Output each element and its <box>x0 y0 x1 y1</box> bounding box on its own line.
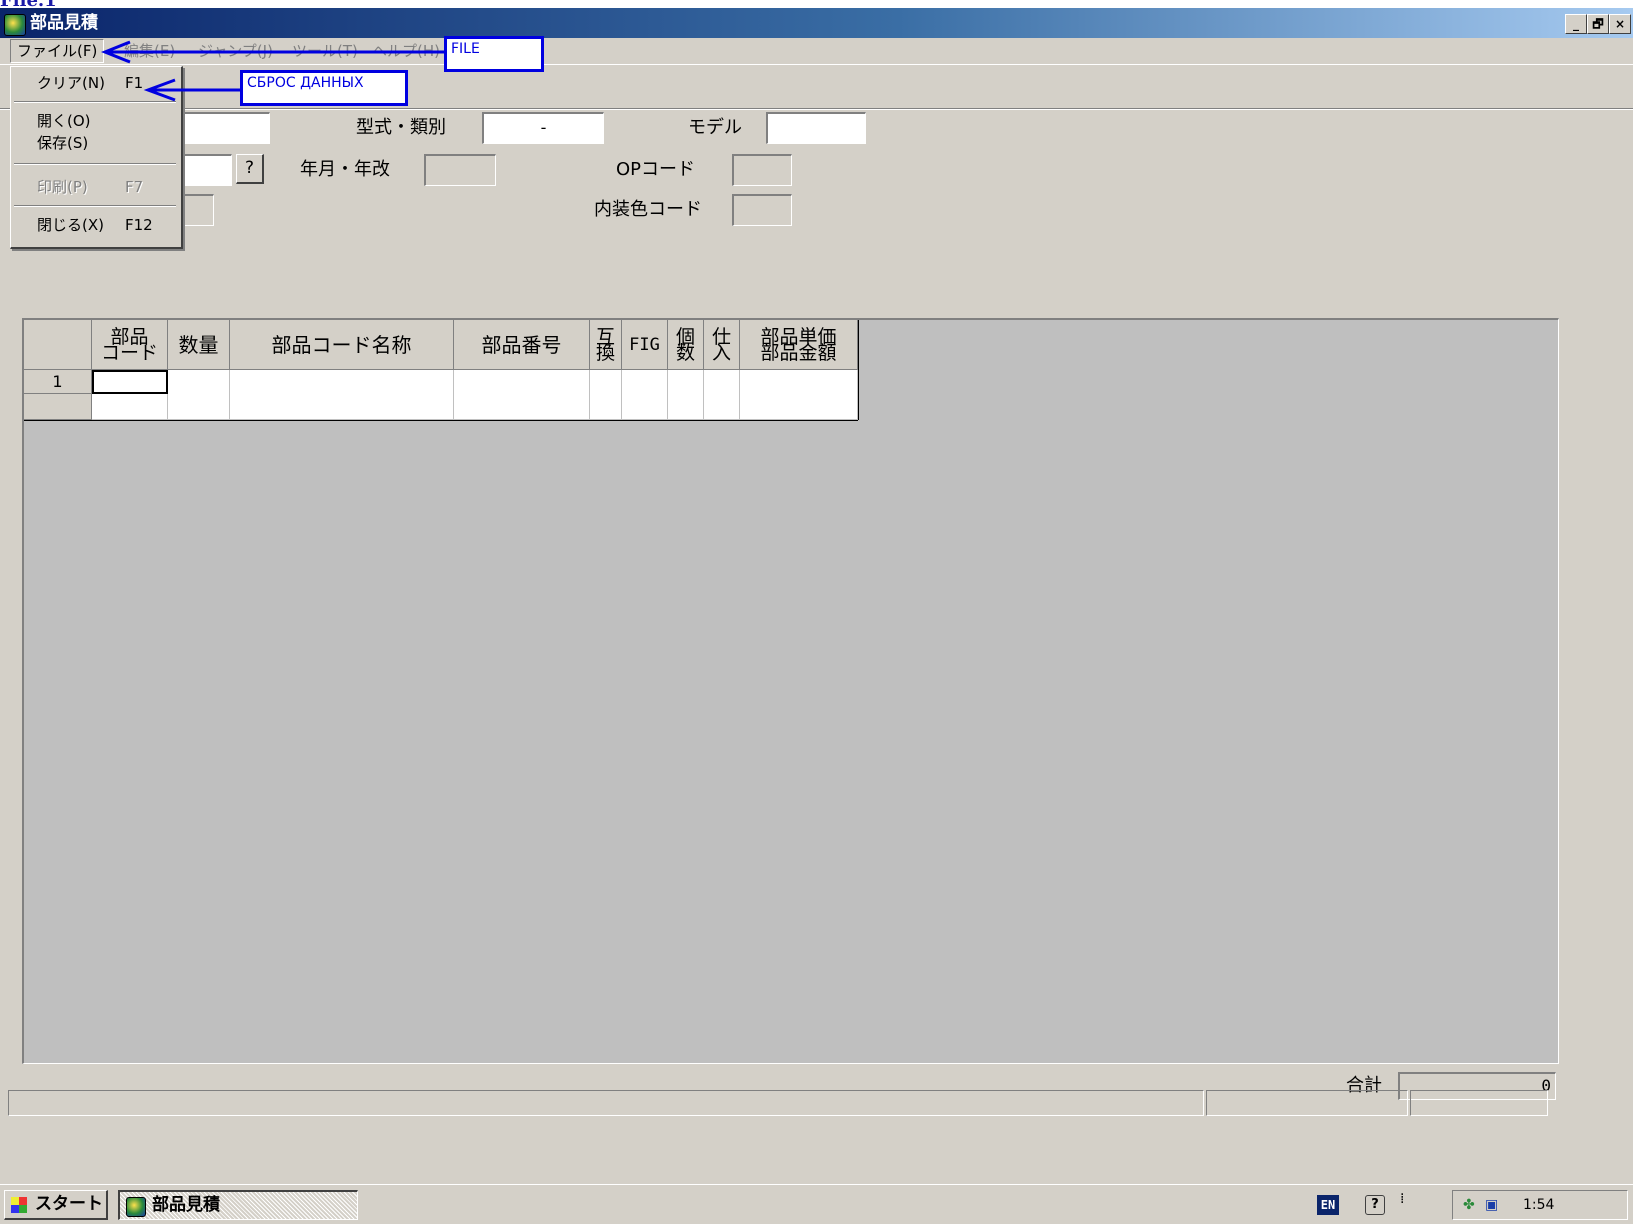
start-button[interactable]: スタート <box>4 1190 108 1220</box>
op-code-label: OPコード <box>616 159 696 180</box>
close-button[interactable]: × <box>1609 14 1631 34</box>
app-window: 部品見積 _ 🗗 × ファイル(F) 編集(E) ジャンプ(J) ツール(T) … <box>0 8 1633 1184</box>
header-part-name[interactable]: 部品コード名称 <box>230 320 454 370</box>
clock[interactable]: 1:54 <box>1523 1191 1554 1219</box>
annotation-reset: СБРОС ДАННЫХ <box>240 70 408 106</box>
model-field[interactable] <box>766 112 866 144</box>
op-code-field[interactable] <box>732 154 792 186</box>
grid-right-border <box>858 320 859 420</box>
status-pane-2 <box>1206 1090 1408 1116</box>
menu-save-label: 保存(S) <box>37 134 89 152</box>
volume-icon[interactable]: ▣ <box>1485 1191 1498 1219</box>
menu-close-label: 閉じる(X) <box>37 216 104 234</box>
grid-corner-header <box>24 320 92 370</box>
menu-separator <box>14 163 176 165</box>
taskbar-app-button[interactable]: 部品見積 <box>118 1190 358 1220</box>
cell-price[interactable] <box>740 370 858 420</box>
model-label: モデル <box>688 117 742 138</box>
annotation-file: FILE <box>444 36 544 72</box>
cell-compat[interactable] <box>590 370 622 420</box>
menu-close-shortcut: F12 <box>125 216 153 234</box>
header-count[interactable]: 個 数 <box>668 320 704 370</box>
header-price[interactable]: 部品単価 部品金額 <box>740 320 858 370</box>
header-compat[interactable]: 互 換 <box>590 320 622 370</box>
language-indicator[interactable]: EN <box>1317 1195 1339 1215</box>
status-pane-3 <box>1410 1090 1548 1116</box>
app-icon <box>126 1197 146 1217</box>
menu-separator <box>14 205 176 207</box>
status-bar <box>8 1090 1625 1116</box>
header-part-code-line2: コード <box>100 341 158 364</box>
menu-close[interactable]: 閉じる(X) F12 <box>15 213 175 237</box>
year-label: 年月・年改 <box>300 159 390 180</box>
system-tray: ✤ ▣ 1:54 <box>1452 1190 1628 1220</box>
app-icon <box>4 14 26 36</box>
menu-print-label: 印刷(P) <box>37 178 88 196</box>
grid-bottom-border <box>24 420 858 421</box>
cell-part-code-active[interactable] <box>92 370 168 394</box>
windows-logo-icon <box>11 1197 27 1213</box>
header-part-code[interactable]: 部品 コード <box>92 320 168 370</box>
cell-part-name[interactable] <box>230 370 454 420</box>
help-icon[interactable]: ? <box>1365 1195 1385 1215</box>
header-stock[interactable]: 仕 入 <box>704 320 740 370</box>
restore-button[interactable]: 🗗 <box>1587 14 1609 34</box>
interior-color-label: 内装色コード <box>594 199 702 220</box>
cell-fig[interactable] <box>622 370 668 420</box>
network-icon[interactable]: ✤ <box>1463 1191 1475 1219</box>
year-field[interactable] <box>424 154 496 186</box>
cell-part-code-2[interactable] <box>92 394 168 420</box>
header-part-number[interactable]: 部品番号 <box>454 320 590 370</box>
search-button[interactable]: ? <box>236 154 264 184</box>
header-compat-line2: 換 <box>595 341 615 364</box>
cell-count[interactable] <box>668 370 704 420</box>
parts-grid[interactable]: 部品 コード 数量 部品コード名称 部品番号 互 換 FIG 個 数 仕 入 部… <box>22 318 1559 1064</box>
menu-print[interactable]: 印刷(P) F7 <box>15 175 175 199</box>
header-qty[interactable]: 数量 <box>168 320 230 370</box>
taskbar-app-label: 部品見積 <box>152 1195 220 1215</box>
cell-part-number[interactable] <box>454 370 590 420</box>
cell-stock[interactable] <box>704 370 740 420</box>
header-price-line2: 部品金額 <box>760 341 837 364</box>
header-count-line2: 数 <box>675 341 695 364</box>
ime-options-icon[interactable]: ⁞ <box>1400 1191 1404 1207</box>
header-fig[interactable]: FIG <box>622 320 668 370</box>
status-pane-1 <box>8 1090 1204 1116</box>
start-label: スタート <box>35 1194 103 1214</box>
row-subheader[interactable] <box>24 394 92 420</box>
row-number[interactable]: 1 <box>24 370 92 394</box>
interior-color-field[interactable] <box>732 194 792 226</box>
menu-print-shortcut: F7 <box>125 178 144 196</box>
cell-qty[interactable] <box>168 370 230 420</box>
menu-save[interactable]: 保存(S) <box>15 131 175 155</box>
title-bar[interactable]: 部品見積 _ 🗗 × <box>0 8 1633 38</box>
header-stock-line2: 入 <box>711 341 731 364</box>
minimize-button[interactable]: _ <box>1565 14 1587 34</box>
taskbar: スタート 部品見積 EN ? ⁞ ✤ ▣ 1:54 <box>0 1184 1633 1224</box>
window-title: 部品見積 <box>30 13 98 33</box>
